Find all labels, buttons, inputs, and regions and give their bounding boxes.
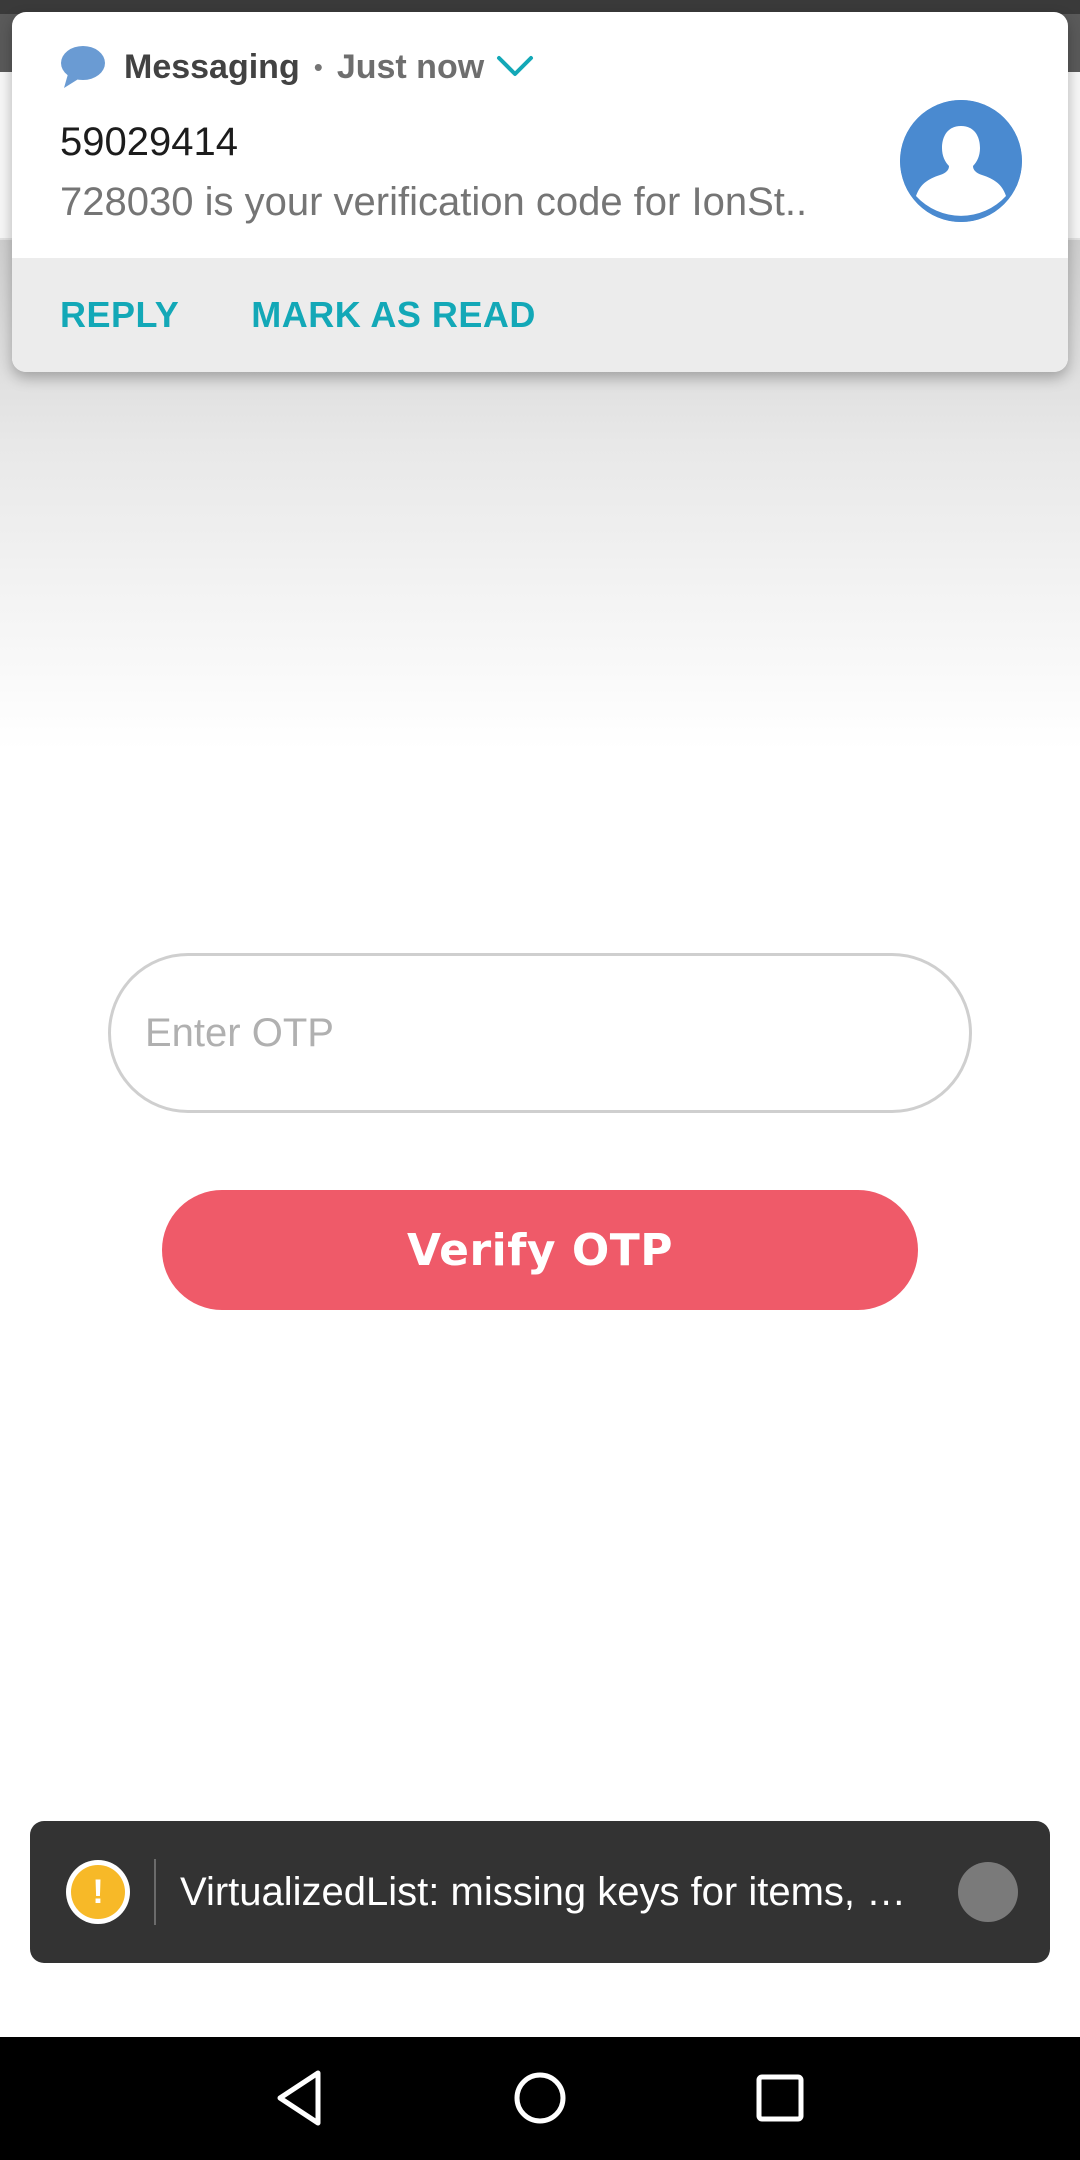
notification-sender: 59029414 bbox=[60, 120, 238, 164]
chat-bubble-icon bbox=[61, 46, 105, 88]
header-separator: • bbox=[313, 51, 323, 82]
notification-app-name: Messaging bbox=[124, 47, 300, 86]
back-icon[interactable] bbox=[266, 2063, 336, 2133]
recents-icon[interactable] bbox=[745, 2063, 815, 2133]
verify-otp-button[interactable]: Verify OTP bbox=[162, 1190, 918, 1310]
warning-toast[interactable]: ! VirtualizedList: missing keys for item… bbox=[30, 1821, 1050, 1963]
notification-time: Just now bbox=[336, 47, 485, 86]
warning-icon: ! bbox=[66, 1860, 130, 1924]
notification-preview: 728030 is your verification code for Ion… bbox=[60, 180, 808, 224]
dismiss-circle-icon[interactable] bbox=[958, 1862, 1018, 1922]
notification-header: Messaging • Just now bbox=[60, 42, 534, 92]
notification-actions: REPLY MARK AS READ bbox=[12, 258, 1068, 372]
mark-as-read-button[interactable]: MARK AS READ bbox=[251, 294, 536, 336]
person-avatar-icon bbox=[900, 100, 1022, 222]
navigation-bar bbox=[0, 2037, 1080, 2160]
home-icon[interactable] bbox=[505, 2063, 575, 2133]
toast-divider bbox=[154, 1859, 156, 1925]
otp-input[interactable] bbox=[108, 953, 972, 1113]
chevron-down-icon[interactable] bbox=[496, 54, 534, 80]
reply-button[interactable]: REPLY bbox=[60, 294, 179, 336]
toast-message: VirtualizedList: missing keys for items,… bbox=[180, 1869, 907, 1914]
message-notification[interactable]: Messaging • Just now 59029414 728030 is … bbox=[12, 12, 1068, 372]
